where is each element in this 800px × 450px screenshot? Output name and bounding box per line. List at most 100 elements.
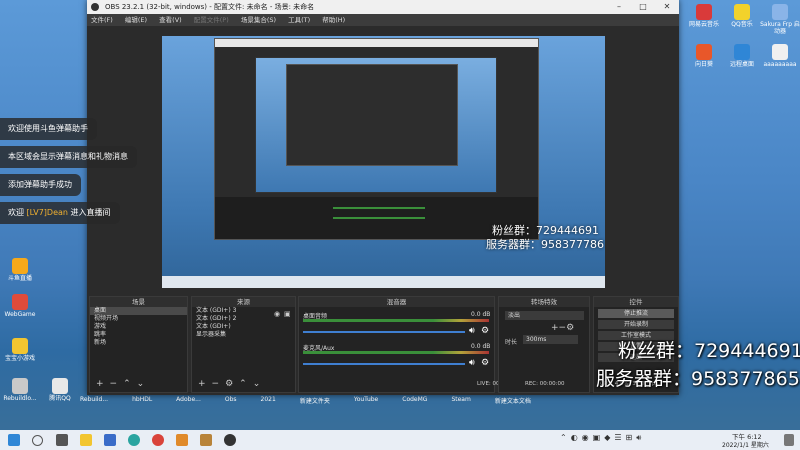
start-icon[interactable]: [8, 434, 20, 446]
nested-meter: [333, 207, 425, 209]
obs-icon[interactable]: [224, 434, 236, 446]
chat-user: [LV7]Dean: [26, 208, 68, 217]
notification-icon[interactable]: [784, 434, 794, 446]
desktop-label[interactable]: Rebuild...: [80, 396, 108, 410]
maximize-button[interactable]: □: [631, 0, 655, 14]
menu-view[interactable]: 查看(V): [159, 16, 182, 24]
source-item[interactable]: 显示器采集: [192, 331, 295, 339]
speaker-icon[interactable]: 🔊︎: [469, 358, 475, 368]
gear-icon[interactable]: ⚙: [481, 358, 489, 368]
sources-title: 来源: [192, 297, 295, 307]
preview-server-label: 服务器群：958377786: [486, 238, 604, 251]
duration-label: 时长: [505, 339, 518, 346]
menu-help[interactable]: 帮助(H): [322, 16, 345, 24]
desktop-label[interactable]: 2021: [261, 396, 276, 410]
source-item[interactable]: 文本 (GDI+): [192, 323, 295, 331]
volume-meter: [303, 351, 489, 354]
transition-toolbar[interactable]: +−⚙: [551, 323, 574, 333]
scene-item[interactable]: 视频开场: [90, 315, 187, 323]
douyu-icon: [12, 258, 28, 274]
overlay-fans-group: 粉丝群：729444691: [618, 340, 800, 362]
desktop-bottom-row: Rebuild... hbHDL Adobe... Obs 2021 新建文件夹…: [80, 396, 800, 410]
controls-title: 控件: [594, 297, 678, 307]
desktop-label[interactable]: Obs: [225, 396, 237, 410]
file-icon: [772, 44, 788, 60]
status-rec: REC: 00:00:00: [525, 381, 565, 387]
desktop-label[interactable]: Steam: [451, 396, 470, 410]
desktop-icon-qq[interactable]: 腾讯QQ: [40, 378, 80, 402]
edge-icon[interactable]: [128, 434, 140, 446]
app-icon[interactable]: [176, 434, 188, 446]
menu-edit[interactable]: 编辑(E): [125, 16, 147, 24]
desktop-icon-sakura[interactable]: Sakura Frp 启动器: [760, 4, 800, 35]
store-icon[interactable]: [104, 434, 116, 446]
qqmusic-icon: [734, 4, 750, 20]
minimize-button[interactable]: –: [607, 0, 631, 14]
chat-message: 欢迎使用斗鱼弹幕助手: [0, 118, 97, 140]
chrome-icon[interactable]: [152, 434, 164, 446]
menu-file[interactable]: 文件(F): [91, 16, 113, 24]
menu-scene-collection[interactable]: 场景集合(S): [241, 16, 276, 24]
desktop-icon-netease[interactable]: 网易云音乐: [684, 4, 724, 28]
title-bar[interactable]: OBS 23.2.1 (32-bit, windows) - 配置文件: 未命名…: [87, 0, 679, 14]
menu-bar: 文件(F) 编辑(E) 查看(V) 配置文件(P) 场景集合(S) 工具(T) …: [87, 14, 679, 26]
scene-toolbar[interactable]: +−⌃⌄: [96, 379, 150, 389]
mixer-dock: 混音器 桌面音频 0.0 dB 🔊︎ ⚙ 麦克风/Aux 0.0 dB 🔊︎ ⚙…: [298, 296, 517, 393]
scene-item[interactable]: 游戏: [90, 323, 187, 331]
desktop-icon-webgame[interactable]: WebGame: [0, 294, 40, 318]
mixer-title: 混音器: [299, 297, 494, 307]
preview-canvas[interactable]: 粉丝群：729444691 服务器群：958377786: [162, 36, 605, 288]
rebuild-icon: [12, 378, 28, 394]
visibility-eye-icon[interactable]: ◉: [274, 310, 280, 318]
obs-logo-icon: [91, 3, 99, 11]
desktop-label[interactable]: 新建文本文档: [495, 396, 531, 410]
mixer-channel-db: 0.0 dB: [471, 311, 491, 318]
desktop-label[interactable]: CodeMG: [402, 396, 427, 410]
search-icon[interactable]: [32, 435, 43, 446]
desktop-label[interactable]: Adobe...: [176, 396, 201, 410]
desktop-label[interactable]: 新建文件夹: [300, 396, 330, 410]
scene-item[interactable]: 桌面: [90, 307, 187, 315]
scenes-dock: 场景 桌面 视频开场 游戏 跳率 新场 +−⌃⌄: [89, 296, 188, 393]
desktop-icon-douyu[interactable]: 斗鱼直播: [0, 258, 40, 282]
overlay-server-group: 服务器群：958377865: [596, 368, 800, 390]
desktop-icon-babygame[interactable]: 宝宝小游戏: [0, 338, 40, 362]
chat-welcome-prefix: 欢迎: [8, 208, 27, 217]
qq-icon: [52, 378, 68, 394]
desktop-icon-remote[interactable]: 远程桌面: [722, 44, 762, 68]
chat-message: 添加弹幕助手成功: [0, 174, 81, 196]
transitions-dock: 转场特效 淡出 +−⚙ 时长 300ms REC: 00:00:00: [498, 296, 590, 393]
desktop-label[interactable]: hbHDL: [132, 396, 152, 410]
source-toolbar[interactable]: +−⚙⌃⌄: [198, 379, 266, 389]
nested-obs-window: [214, 38, 539, 240]
file-explorer-icon[interactable]: [80, 434, 92, 446]
chat-welcome-suffix: 进入直播间: [67, 208, 111, 217]
start-recording-button[interactable]: 开始录制: [598, 320, 674, 329]
clock-date[interactable]: 2022/1/1 星期六: [722, 440, 769, 449]
scene-item[interactable]: 新场: [90, 339, 187, 347]
close-button[interactable]: ✕: [655, 0, 679, 14]
lock-icon[interactable]: ▣: [284, 310, 291, 318]
task-view-icon[interactable]: [56, 434, 68, 446]
volume-slider[interactable]: [303, 363, 465, 365]
volume-meter: [303, 319, 489, 322]
desktop-label[interactable]: YouTube: [354, 396, 378, 410]
menu-tools[interactable]: 工具(T): [288, 16, 310, 24]
desktop-icon-qqmusic[interactable]: QQ音乐: [722, 4, 762, 28]
stop-streaming-button[interactable]: 停止推流: [598, 309, 674, 318]
desktop-icon-rebuild[interactable]: Rebuildlo...: [0, 378, 40, 402]
scene-item[interactable]: 跳率: [90, 331, 187, 339]
nested-meter: [333, 217, 425, 219]
desktop-icon-sunlogin[interactable]: 向日葵: [684, 44, 724, 68]
app-icon[interactable]: [200, 434, 212, 446]
scenes-title: 场景: [90, 297, 187, 307]
menu-profile[interactable]: 配置文件(P): [194, 16, 229, 24]
gear-icon[interactable]: ⚙: [481, 326, 489, 336]
desktop-icon-aaa[interactable]: aaaaaaaaa: [760, 44, 800, 68]
volume-slider[interactable]: [303, 331, 465, 333]
duration-input[interactable]: 300ms: [523, 335, 578, 344]
transition-select[interactable]: 淡出: [505, 311, 584, 320]
tray-icons[interactable]: ⌃◐◉▣◆☰⊞🔊︎: [560, 433, 710, 445]
speaker-icon[interactable]: 🔊︎: [469, 326, 475, 336]
nested-preview: [255, 57, 497, 193]
